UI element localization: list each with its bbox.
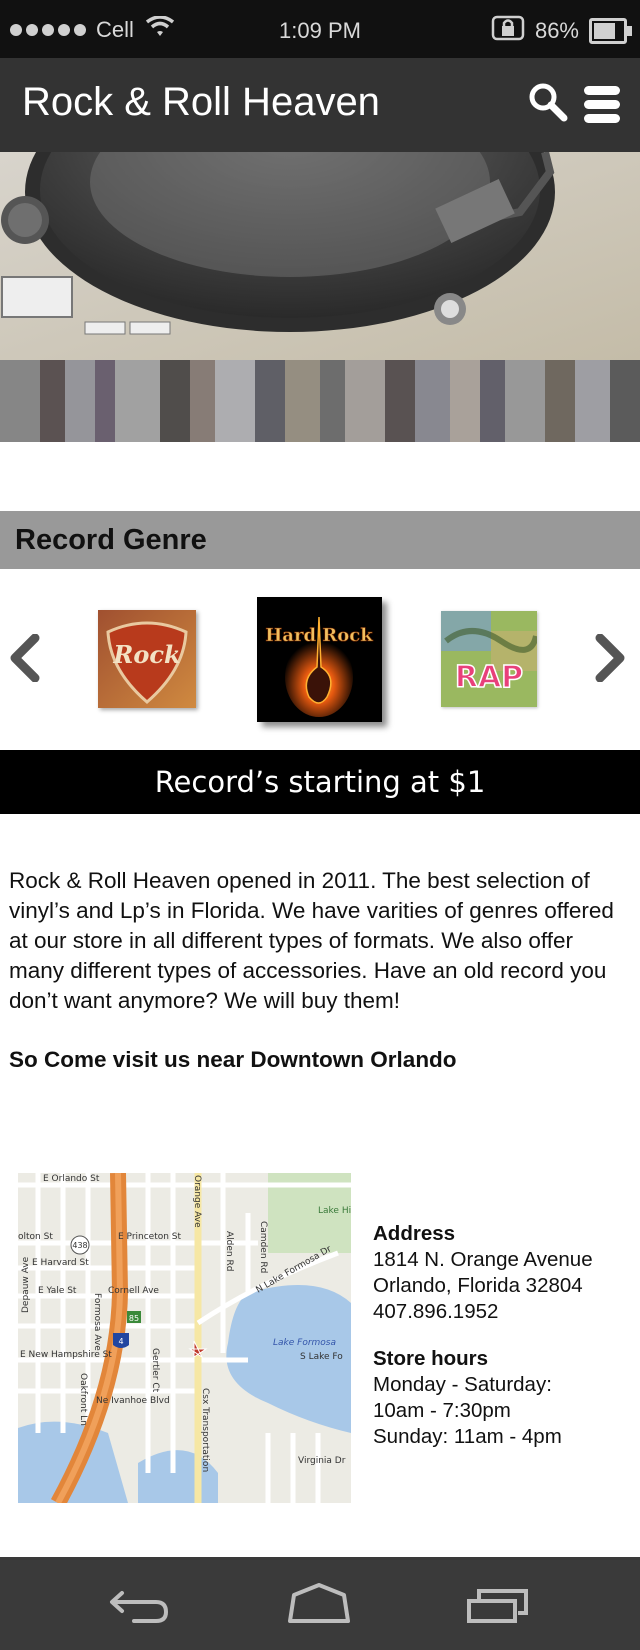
- carousel-prev-button[interactable]: [7, 633, 41, 687]
- map-label: Oakfront Ln: [78, 1373, 88, 1426]
- genre-tile-rap[interactable]: RAP: [441, 611, 539, 707]
- map-label: Lake Formosa: [273, 1338, 336, 1348]
- map-label: E Orlando St: [43, 1174, 100, 1184]
- hours-line: Sunday: 11am - 4pm: [373, 1425, 562, 1448]
- map-label: E Yale St: [38, 1286, 77, 1296]
- store-hours: Store hours Monday - Saturday: 10am - 7:…: [373, 1346, 562, 1450]
- menu-button[interactable]: [584, 86, 620, 128]
- lock-rotation-icon: [491, 14, 525, 48]
- map-label: Orange Ave: [192, 1175, 202, 1228]
- map-label: Formosa Ave: [92, 1293, 102, 1351]
- visit-cta: So Come visit us near Downtown Orlando: [9, 1047, 457, 1072]
- map-label: 4: [118, 1337, 123, 1346]
- status-bar: Cell 1:09 PM 86%: [0, 0, 640, 58]
- promo-banner: Record’s starting at $1: [0, 750, 640, 814]
- map-label: Csx Transportation: [200, 1388, 210, 1472]
- store-address: Address 1814 N. Orange Avenue Orlando, F…: [373, 1221, 593, 1325]
- address-heading: Address: [373, 1222, 456, 1245]
- genre-label: RAP: [455, 660, 523, 695]
- map-label: Depauw Ave: [21, 1256, 31, 1313]
- map-label: Camden Rd: [258, 1221, 268, 1273]
- address-line: 1814 N. Orange Avenue: [373, 1248, 593, 1271]
- hero-image-turntable: [0, 152, 640, 442]
- recent-apps-button[interactable]: [466, 1587, 530, 1628]
- map-label: Alden Rd: [224, 1231, 234, 1271]
- hours-line: Monday - Saturday:: [373, 1373, 552, 1396]
- map-label: Lake Hi Pa: [318, 1206, 351, 1216]
- map-label: Ne Ivanhoe Blvd: [96, 1396, 170, 1406]
- chevron-right-icon: [595, 633, 625, 683]
- chevron-left-icon: [10, 633, 40, 683]
- carousel-next-button[interactable]: [594, 633, 628, 687]
- map-label: Gertler Ct: [150, 1348, 160, 1393]
- page-title: Rock & Roll Heaven: [22, 80, 380, 124]
- home-button[interactable]: [286, 1583, 352, 1628]
- map-label: Virginia Dr: [298, 1456, 346, 1466]
- map-label: 438: [72, 1241, 87, 1250]
- map-label: E Princeton St: [118, 1232, 182, 1242]
- store-map[interactable]: 85 4 438 E Orlando St olton St E Princet…: [18, 1173, 351, 1503]
- system-nav-bar: [0, 1557, 640, 1650]
- genre-tile-rock[interactable]: Rock: [98, 610, 196, 708]
- back-button[interactable]: [108, 1587, 170, 1630]
- hours-heading: Store hours: [373, 1347, 489, 1370]
- recent-apps-icon: [467, 1589, 528, 1623]
- menu-icon: [584, 86, 620, 123]
- map-label: olton St: [18, 1232, 53, 1242]
- genre-tile-hard-rock[interactable]: Hard Rock: [257, 597, 382, 722]
- genre-label: Rock: [112, 640, 180, 669]
- hours-line: 10am - 7:30pm: [373, 1399, 511, 1422]
- map-label: E Harvard St: [32, 1258, 89, 1268]
- address-line: Orlando, Florida 32804: [373, 1274, 583, 1297]
- genre-label: Hard Rock: [265, 625, 373, 646]
- map-label: 85: [129, 1314, 139, 1323]
- back-icon: [110, 1591, 169, 1623]
- search-button[interactable]: [528, 82, 568, 127]
- about-paragraph: Rock & Roll Heaven opened in 2011. The b…: [9, 868, 614, 1013]
- battery-icon: [589, 18, 632, 44]
- battery-level: [594, 23, 615, 39]
- map-label: S Lake Fo: [300, 1352, 343, 1362]
- map-label: E New Hampshire St: [20, 1350, 112, 1360]
- map-label: Cornell Ave: [108, 1286, 159, 1296]
- section-title: Record Genre: [15, 524, 207, 556]
- phone-number[interactable]: 407.896.1952: [373, 1299, 593, 1325]
- battery-percent: 86%: [534, 18, 579, 43]
- home-icon: [288, 1583, 350, 1623]
- search-icon: [529, 83, 568, 122]
- section-header-genre: Record Genre: [0, 511, 640, 569]
